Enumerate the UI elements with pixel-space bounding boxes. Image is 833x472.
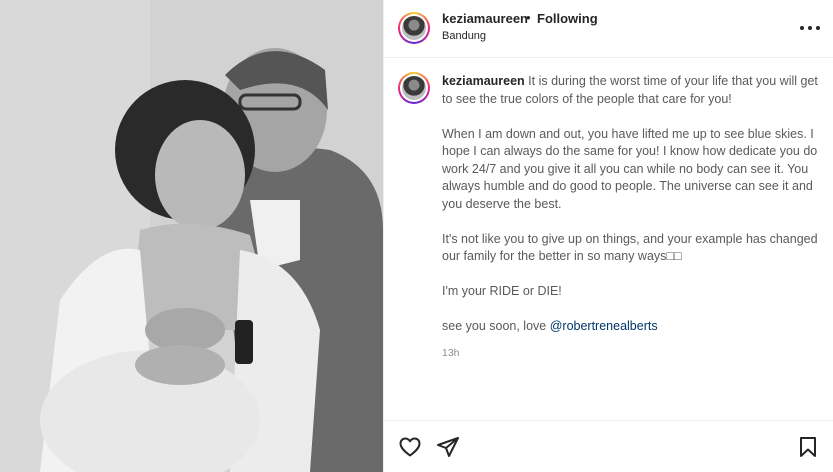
- post-location[interactable]: Bandung: [442, 30, 486, 42]
- following-button[interactable]: Following: [537, 11, 598, 26]
- caption-paragraph-5: see you soon, love @robertrenealberts: [442, 318, 822, 336]
- post-image: [0, 0, 383, 472]
- header-separator: •: [526, 10, 531, 25]
- caption-paragraph-3: It's not like you to give up on things, …: [442, 231, 818, 264]
- caption-text-5: see you soon, love: [442, 319, 550, 333]
- bookmark-icon[interactable]: [796, 435, 820, 459]
- caption-author-username[interactable]: keziamaureen: [442, 74, 525, 88]
- caption-paragraph-1: keziamaureen It is during the worst time…: [442, 73, 822, 108]
- author-avatar[interactable]: [398, 12, 430, 44]
- post-timestamp[interactable]: 13h: [442, 345, 822, 363]
- paper-plane-icon[interactable]: [436, 435, 460, 459]
- author-username[interactable]: keziamaureen: [442, 11, 528, 26]
- mention-link[interactable]: @robertrenealberts: [550, 319, 658, 333]
- caption-body: keziamaureen It is during the worst time…: [442, 73, 822, 363]
- caption-author-avatar[interactable]: [398, 72, 430, 104]
- post-panel: keziamaureen • Following Bandung keziama…: [383, 0, 833, 472]
- more-options-icon[interactable]: [800, 20, 820, 36]
- action-bar: [384, 420, 833, 472]
- caption-paragraph-2: When I am down and out, you have lifted …: [442, 126, 818, 211]
- post-header: keziamaureen • Following Bandung: [384, 0, 833, 58]
- caption-paragraph-4: I'm your RIDE or DIE!: [442, 284, 562, 298]
- post-photo[interactable]: [0, 0, 383, 472]
- heart-icon[interactable]: [398, 435, 422, 459]
